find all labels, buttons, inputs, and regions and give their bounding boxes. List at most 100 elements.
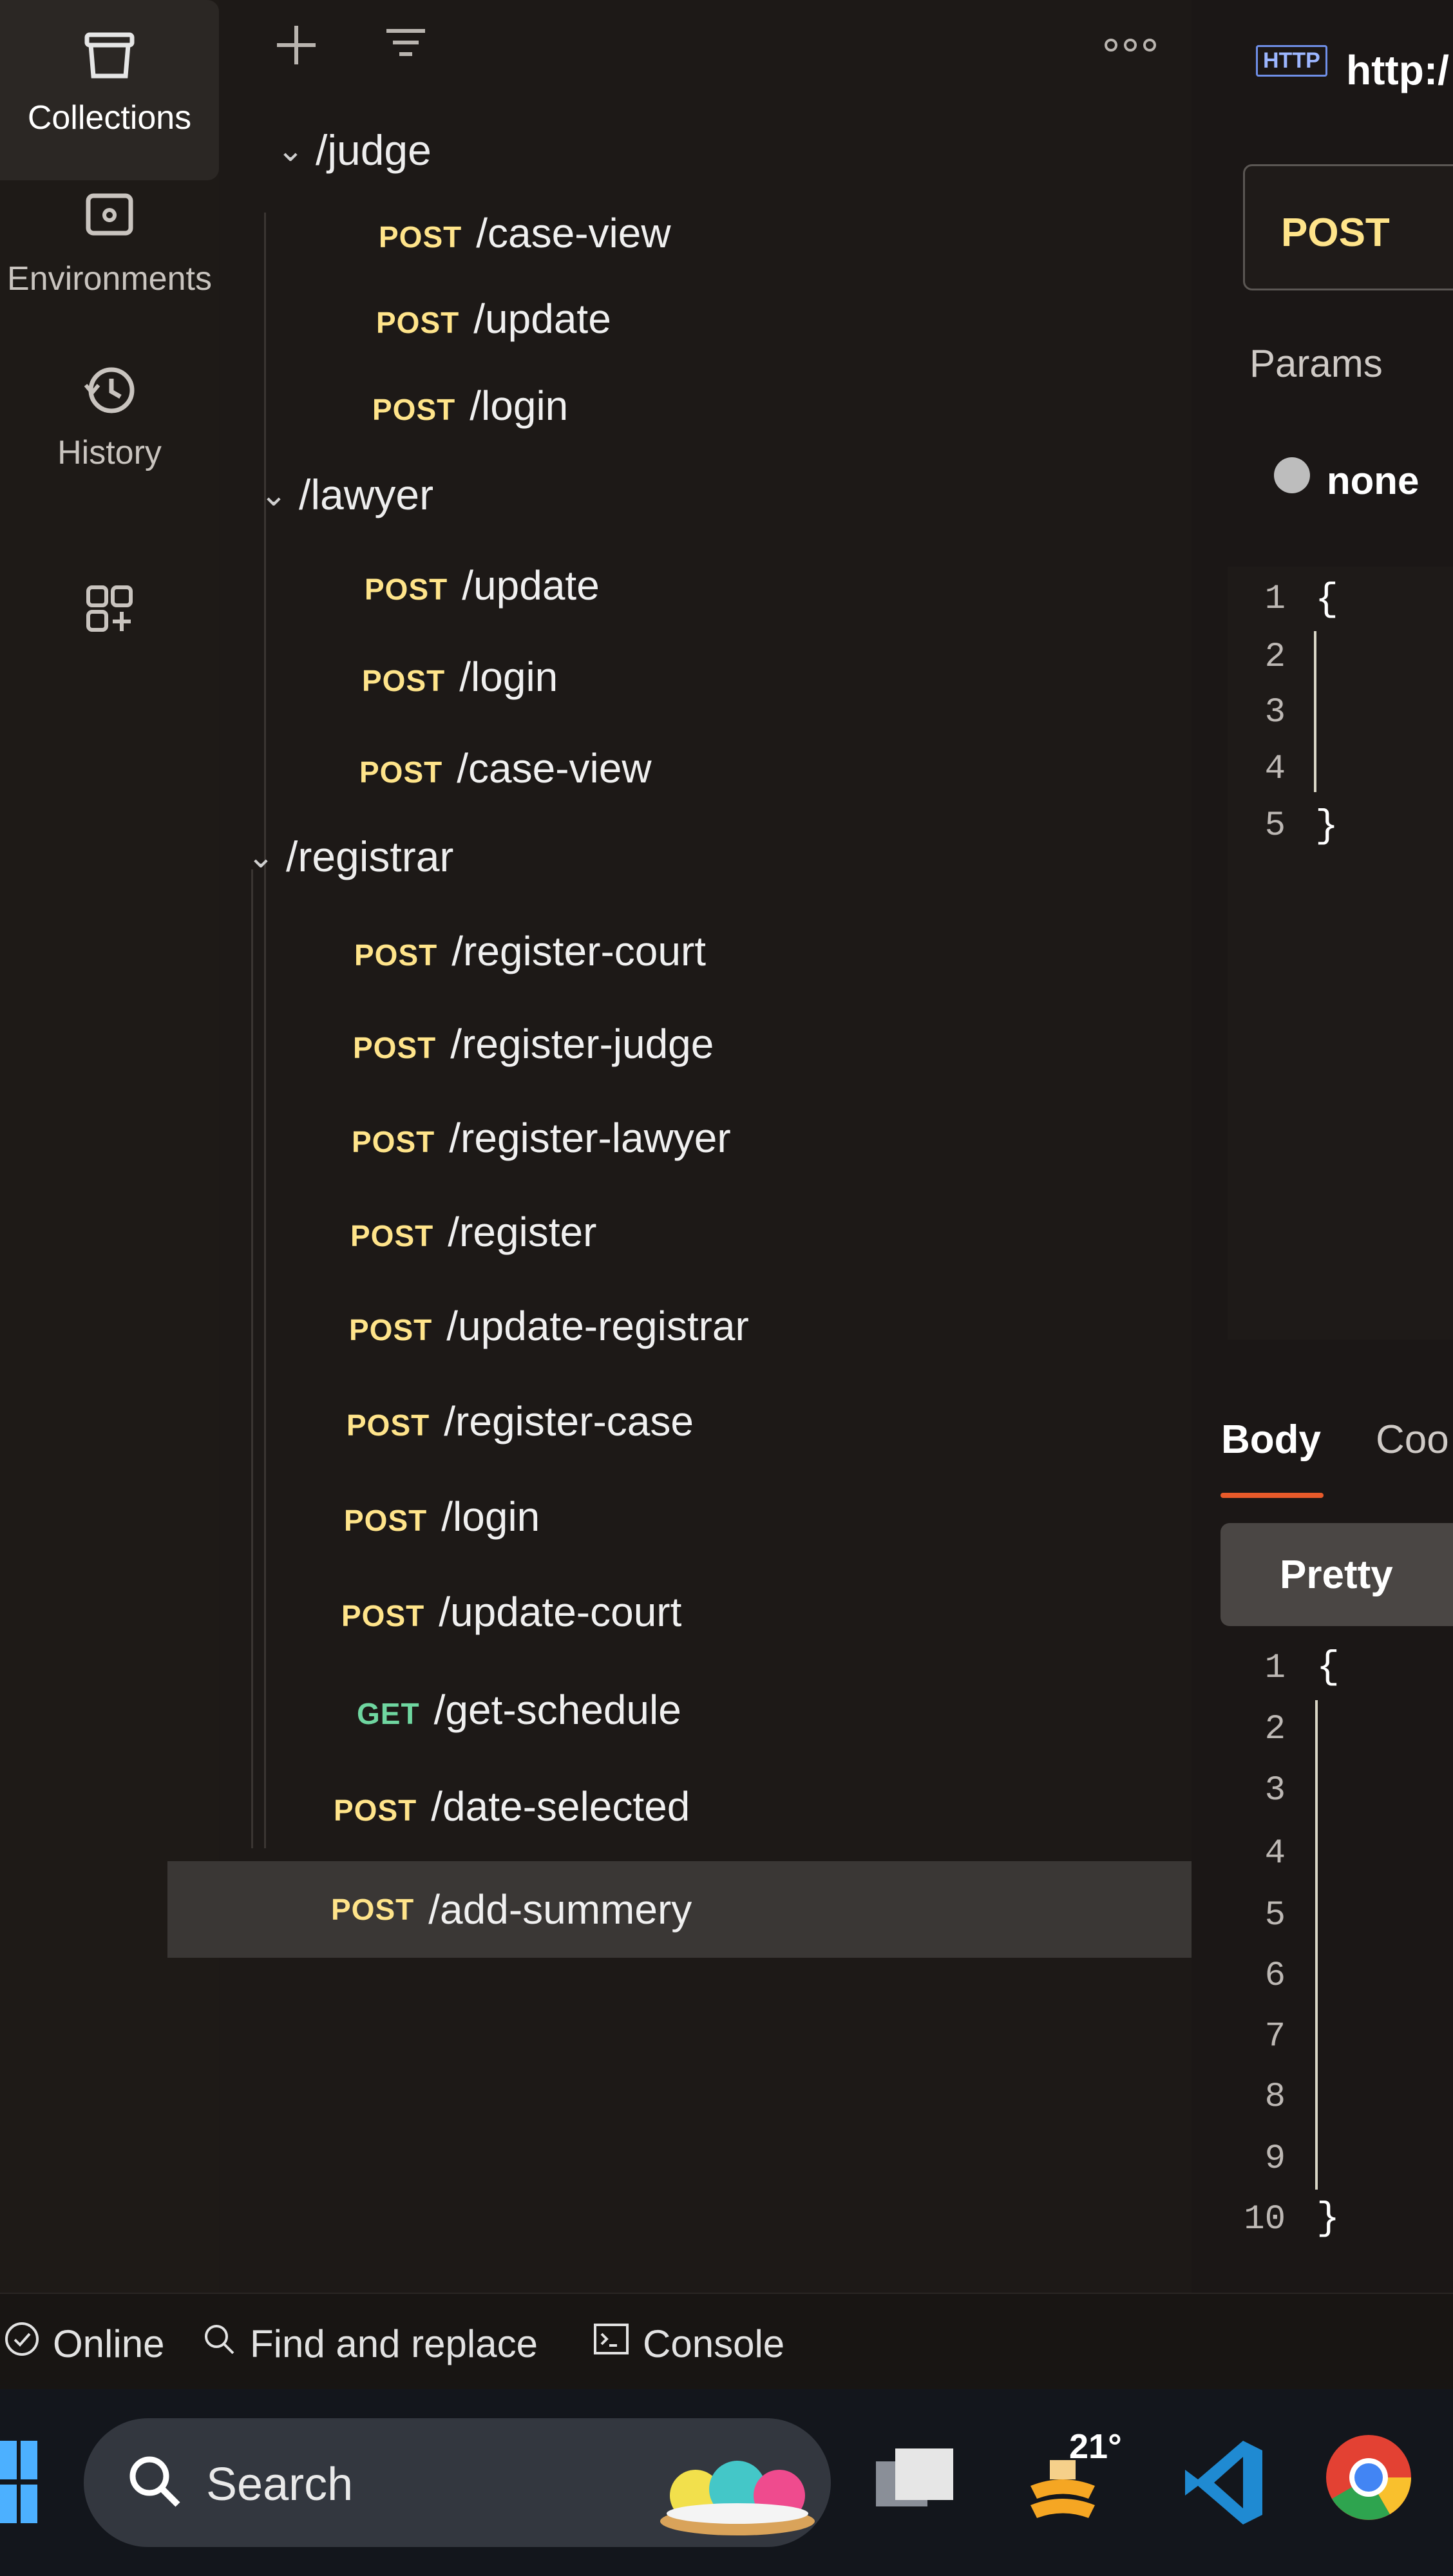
request-path: /update bbox=[462, 562, 600, 609]
request-path: /login bbox=[459, 654, 558, 700]
line-number: 4 bbox=[1264, 750, 1286, 789]
request-path: /register-judge bbox=[450, 1021, 714, 1067]
list-item[interactable]: POST /register bbox=[350, 1208, 596, 1256]
online-label: Online bbox=[53, 2322, 165, 2365]
method-select[interactable]: POST bbox=[1243, 164, 1453, 290]
more-icon[interactable] bbox=[1101, 32, 1159, 61]
tab-params[interactable]: Params bbox=[1249, 341, 1383, 386]
method-select-value: POST bbox=[1281, 211, 1390, 255]
code-open-brace: { bbox=[1316, 1646, 1340, 1690]
request-path: /date-selected bbox=[431, 1783, 690, 1830]
request-path: /login bbox=[441, 1493, 540, 1540]
chrome-icon[interactable] bbox=[1320, 2429, 1417, 2529]
radio-none[interactable] bbox=[1274, 457, 1310, 493]
online-status[interactable]: Online bbox=[3, 2320, 164, 2367]
find-replace-button[interactable]: Find and replace bbox=[200, 2320, 538, 2367]
response-body-viewer[interactable]: 1 2 3 4 5 6 7 8 9 10 { } bbox=[1228, 1646, 1453, 2293]
code-close-brace: } bbox=[1316, 2197, 1340, 2241]
http-protocol-icon: HTTP bbox=[1256, 45, 1327, 77]
line-number: 4 bbox=[1264, 1834, 1286, 1873]
list-item[interactable]: POST /update bbox=[365, 562, 600, 609]
os-taskbar: Search 21° bbox=[0, 2389, 1453, 2576]
sidebar-item-label: Collections bbox=[27, 99, 192, 137]
tree-guide bbox=[264, 213, 266, 1848]
method-badge: POST bbox=[352, 1125, 435, 1159]
request-path: /register-court bbox=[451, 928, 707, 974]
list-item[interactable]: POST /login bbox=[362, 653, 558, 701]
folder-registrar[interactable]: ⌄ /registrar bbox=[247, 832, 453, 881]
list-item[interactable]: POST /login bbox=[344, 1493, 540, 1540]
console-button[interactable]: Console bbox=[591, 2320, 784, 2367]
folder-judge[interactable]: ⌄ /judge bbox=[277, 126, 432, 175]
list-item[interactable]: POST /register-case bbox=[347, 1397, 694, 1445]
line-number: 1 bbox=[1264, 1649, 1286, 1688]
vscode-icon[interactable] bbox=[1179, 2434, 1269, 2534]
line-number: 7 bbox=[1264, 2017, 1286, 2056]
code-open-brace: { bbox=[1315, 578, 1339, 622]
method-badge: POST bbox=[347, 1408, 430, 1442]
line-number: 3 bbox=[1264, 1771, 1286, 1810]
request-path: /login bbox=[470, 383, 569, 429]
search-icon bbox=[200, 2320, 238, 2367]
list-item[interactable]: POST /date-selected bbox=[334, 1783, 690, 1830]
sidebar-item-history[interactable]: History bbox=[0, 361, 219, 502]
line-number: 9 bbox=[1264, 2139, 1286, 2179]
folder-name: /lawyer bbox=[299, 471, 434, 518]
method-badge: POST bbox=[353, 1031, 437, 1065]
collection-box-icon bbox=[0, 26, 219, 92]
method-badge: POST bbox=[350, 1219, 434, 1253]
method-badge: POST bbox=[331, 1893, 415, 1926]
indent-guide bbox=[1315, 1700, 1318, 2190]
tab-body[interactable]: Body bbox=[1221, 1417, 1321, 1463]
check-circle-icon bbox=[3, 2320, 41, 2367]
indent-guide bbox=[1314, 631, 1316, 792]
list-item[interactable]: POST /register-judge bbox=[353, 1020, 714, 1068]
folder-lawyer[interactable]: ⌄ /lawyer bbox=[260, 470, 433, 519]
widgets-icon[interactable] bbox=[651, 2431, 824, 2544]
line-number: 5 bbox=[1264, 1896, 1286, 1935]
pretty-view-button[interactable]: Pretty bbox=[1220, 1523, 1453, 1626]
method-badge: POST bbox=[379, 220, 462, 254]
list-item[interactable]: GET /get-schedule bbox=[357, 1686, 681, 1734]
list-item-selected[interactable]: POST /add-summery bbox=[167, 1861, 1192, 1958]
line-number: 2 bbox=[1264, 1710, 1286, 1749]
method-badge: POST bbox=[334, 1794, 417, 1827]
line-number: 8 bbox=[1264, 2078, 1286, 2117]
list-item[interactable]: POST /update-court bbox=[341, 1588, 681, 1636]
find-replace-label: Find and replace bbox=[250, 2322, 538, 2365]
windows-start-icon[interactable] bbox=[0, 2441, 39, 2528]
request-path: /case-view bbox=[457, 745, 652, 791]
request-path: /update-registrar bbox=[446, 1303, 749, 1349]
list-item[interactable]: POST /case-view bbox=[379, 209, 671, 257]
console-icon bbox=[591, 2320, 631, 2367]
method-badge: POST bbox=[341, 1599, 425, 1633]
console-label: Console bbox=[643, 2322, 785, 2365]
list-item[interactable]: POST /register-court bbox=[354, 927, 706, 975]
tab-cookies[interactable]: Coo bbox=[1376, 1417, 1449, 1463]
request-path: /add-summery bbox=[428, 1886, 692, 1933]
taskbar-search-box[interactable]: Search bbox=[84, 2418, 831, 2547]
weather-temperature: 21° bbox=[1069, 2427, 1122, 2466]
sidebar-item-label: History bbox=[57, 434, 162, 471]
sidebar-item-label: Environments bbox=[7, 260, 212, 298]
list-item[interactable]: POST /case-view bbox=[359, 744, 652, 792]
filter-icon[interactable] bbox=[380, 23, 432, 71]
search-placeholder: Search bbox=[206, 2459, 354, 2510]
list-item[interactable]: POST /update bbox=[376, 295, 611, 343]
sidebar-item-add-workspace[interactable] bbox=[0, 580, 219, 657]
chevron-down-icon: ⌄ bbox=[260, 477, 287, 513]
collections-pane: ⌄ /judge POST /case-view POST /update PO… bbox=[167, 0, 1192, 2293]
request-path: /register bbox=[448, 1209, 597, 1255]
sidebar-item-collections[interactable]: Collections bbox=[0, 0, 219, 180]
url-input[interactable]: http:/ bbox=[1346, 46, 1449, 94]
plus-icon[interactable] bbox=[271, 19, 322, 74]
request-body-editor[interactable]: 1 2 3 4 5 { } bbox=[1228, 567, 1453, 1340]
method-badge: POST bbox=[349, 1313, 433, 1347]
list-item[interactable]: POST /register-lawyer bbox=[352, 1114, 731, 1162]
task-view-icon[interactable] bbox=[869, 2442, 960, 2523]
sidebar-item-environments[interactable]: Environments bbox=[0, 187, 219, 328]
list-item[interactable]: POST /update-registrar bbox=[349, 1302, 749, 1350]
list-item[interactable]: POST /login bbox=[372, 382, 568, 430]
method-badge: POST bbox=[376, 306, 460, 339]
line-number: 5 bbox=[1264, 806, 1286, 846]
